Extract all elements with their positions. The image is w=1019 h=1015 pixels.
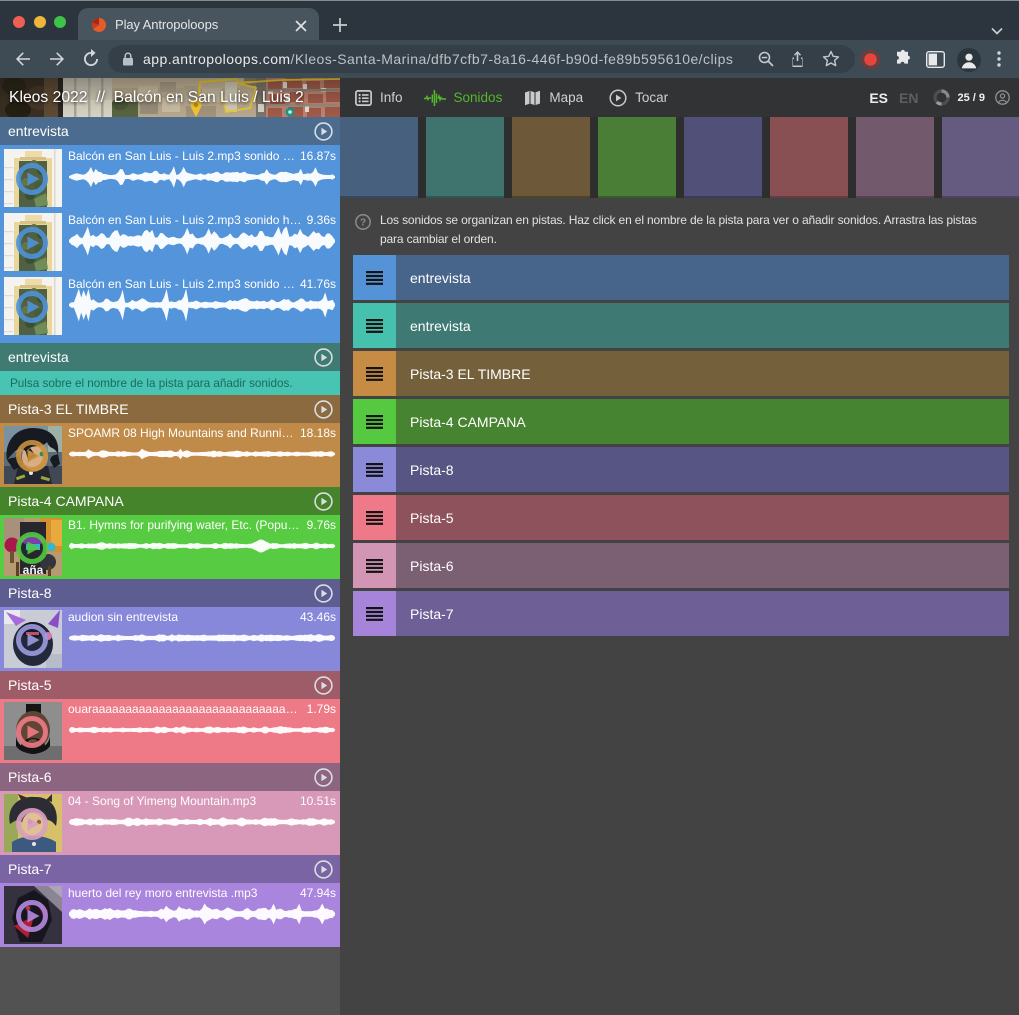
svg-text:aña: aña [23, 563, 44, 576]
svg-text:?: ? [360, 218, 366, 229]
